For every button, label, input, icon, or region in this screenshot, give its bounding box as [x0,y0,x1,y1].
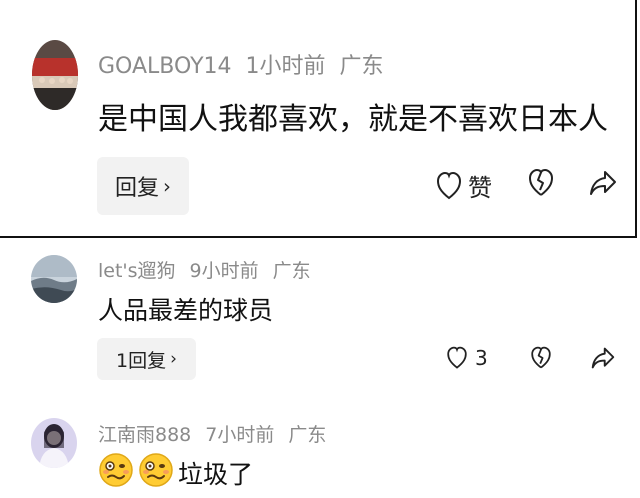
heart-icon [447,346,467,369]
comment-text: 垃圾了 [178,460,254,489]
group-photo-avatar-icon [32,40,78,110]
share-arrow-icon [591,347,615,369]
woozy-face-emoji-icon [138,452,174,494]
location: 广东 [339,54,384,79]
username[interactable]: GOALBOY14 [98,54,232,79]
like-count: 3 [475,346,488,370]
comment-meta: GOALBOY14 1小时前 广东 [98,48,398,80]
reply-label: 回复 [115,176,160,201]
location: 广东 [288,424,327,446]
woozy-face-emoji-icon [98,452,134,494]
chevron-right-icon: › [170,349,177,369]
reply-button[interactable]: 1回复 › [97,338,196,380]
landscape-avatar-icon [31,255,77,303]
comment-meta: 江南雨888 7小时前 广东 [98,420,340,447]
comment-text: 是中国人我都喜欢，就是不喜欢日本人 [98,102,608,137]
thumbs-up-icon [436,171,462,199]
like-button[interactable]: 3 [445,346,488,370]
location: 广东 [272,260,311,282]
broken-heart-icon [529,169,553,196]
comment-text: 人品最差的球员 [98,296,274,325]
share-arrow-icon [590,171,616,195]
comment-card-highlighted: GOALBOY14 1小时前 广东 是中国人我都喜欢，就是不喜欢日本人 回复 › 赞 [0,0,637,238]
timestamp: 9小时前 [189,260,259,282]
share-button[interactable] [591,346,615,370]
avatar[interactable] [31,255,77,303]
username[interactable]: 江南雨888 [98,424,191,446]
reply-label: 1回复 [116,349,167,372]
comment-meta: let's遛狗 9小时前 广东 [98,256,325,283]
avatar[interactable] [31,418,77,468]
share-button[interactable] [589,169,617,197]
dislike-button[interactable] [529,346,553,370]
chevron-right-icon: › [163,174,171,198]
like-button[interactable]: 赞 [436,168,492,203]
portrait-avatar-icon [31,418,77,468]
username[interactable]: let's遛狗 [98,260,176,282]
reply-button[interactable]: 回复 › [97,157,189,215]
dislike-button[interactable] [528,168,554,198]
like-label: 赞 [468,174,492,202]
timestamp: 1小时前 [245,54,326,79]
broken-heart-icon [531,346,551,369]
avatar[interactable] [32,40,78,110]
timestamp: 7小时前 [205,424,275,446]
comment-text-row: 垃圾了 [98,452,253,494]
